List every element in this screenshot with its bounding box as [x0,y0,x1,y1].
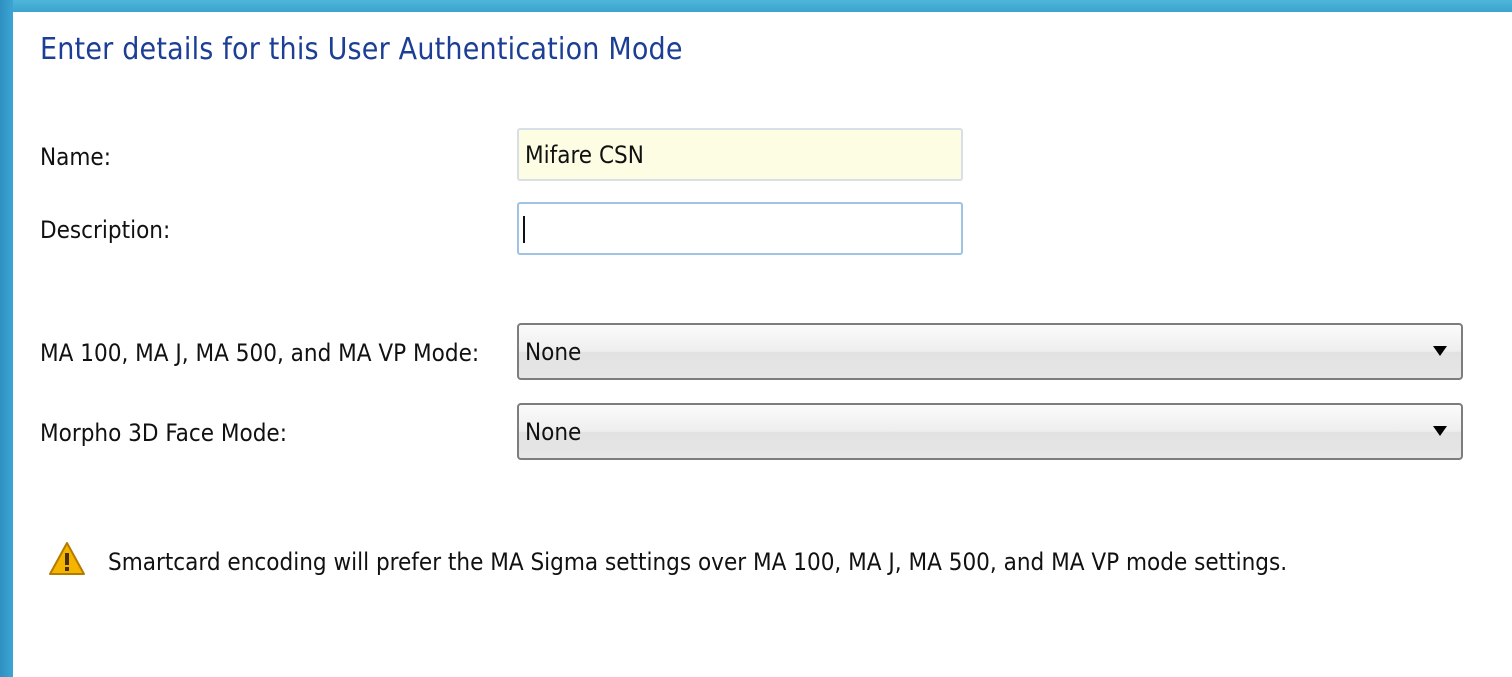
ma-mode-label: MA 100, MA J, MA 500, and MA VP Mode: [40,339,480,367]
ma-mode-dropdown[interactable]: None [517,323,1463,380]
description-field[interactable] [517,202,963,255]
description-label: Description: [40,216,171,244]
ma-mode-selected-value: None [525,338,582,366]
name-label: Name: [40,143,111,171]
name-field[interactable] [517,128,963,181]
auth-mode-details-panel: Enter details for this User Authenticati… [13,12,1512,677]
face-mode-selected-value: None [525,418,582,446]
text-cursor [523,216,525,243]
warning-text: Smartcard encoding will prefer the MA Si… [108,548,1288,576]
page-title: Enter details for this User Authenticati… [40,32,683,67]
window-frame-left [0,0,13,677]
warning-triangle-icon [49,542,85,575]
window-frame-top [0,0,1512,12]
chevron-down-icon[interactable] [1433,426,1447,436]
face-mode-dropdown[interactable]: None [517,403,1463,460]
face-mode-label: Morpho 3D Face Mode: [40,419,287,447]
chevron-down-icon[interactable] [1433,346,1447,356]
